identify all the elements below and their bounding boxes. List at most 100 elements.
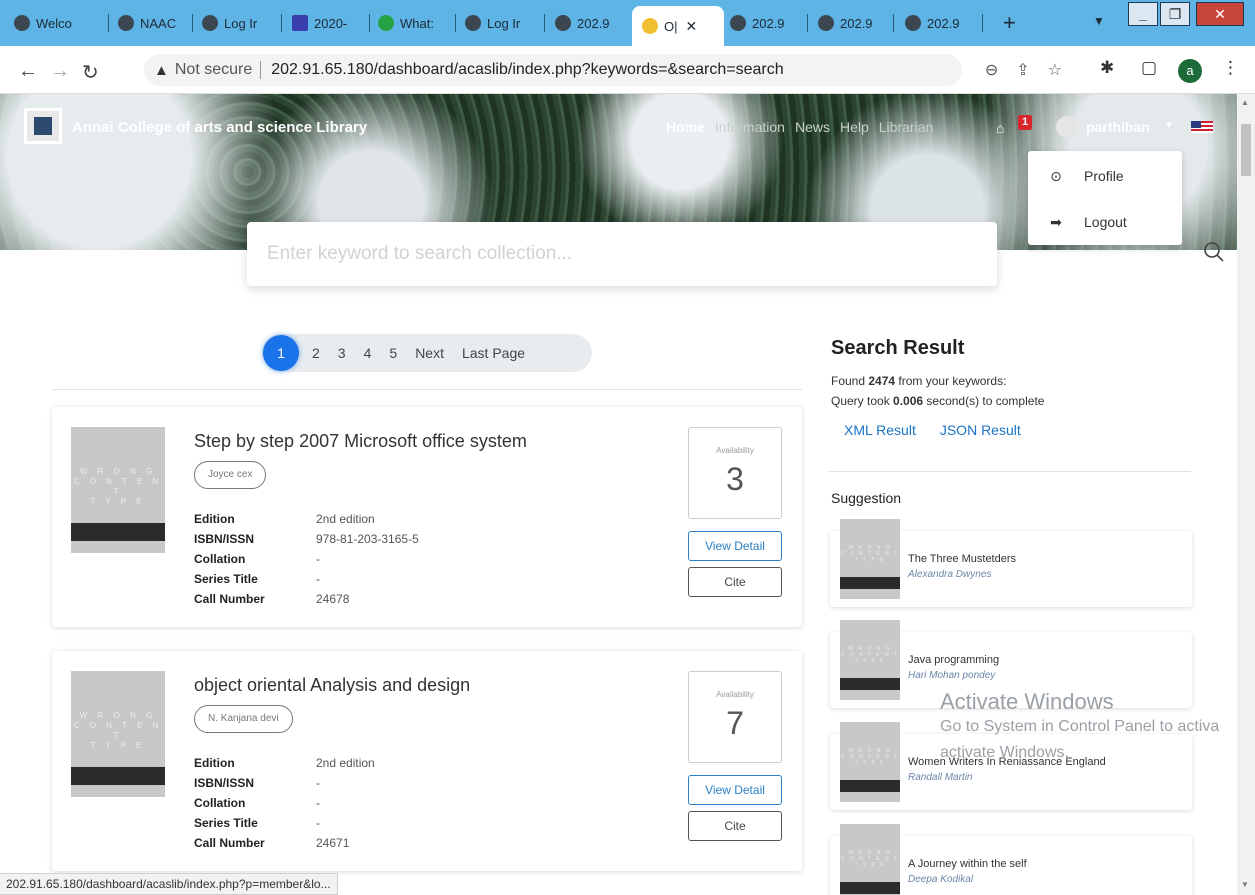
- page-link[interactable]: 3: [338, 345, 346, 361]
- profile-avatar[interactable]: a: [1178, 59, 1202, 83]
- page-link[interactable]: 4: [364, 345, 372, 361]
- result-meta: Edition 2nd edition ISBN/ISSN - Collation -…: [194, 756, 375, 850]
- cite-button[interactable]: Cite: [688, 811, 782, 841]
- browser-tab[interactable]: 202.9: [905, 8, 983, 38]
- suggestion-card[interactable]: W R O N GC O N T E N TT Y P E A Journey …: [830, 824, 1192, 895]
- browser-menu-icon[interactable]: ⋮: [1222, 58, 1239, 78]
- author-pill[interactable]: Joyce cex: [194, 461, 267, 489]
- page-next[interactable]: Next: [415, 345, 444, 361]
- basket-icon[interactable]: ⌂: [996, 120, 1004, 136]
- suggestion-author: Hari Mohan pondey: [908, 670, 996, 681]
- smiley-icon: [642, 18, 658, 34]
- pagination: 1 2 3 4 5 Next Last Page: [262, 334, 592, 372]
- page-link[interactable]: 2: [312, 345, 320, 361]
- suggestion-title: A Journey within the self: [908, 858, 1027, 870]
- whatsapp-icon: [378, 15, 394, 31]
- browser-tab-active[interactable]: O| ✕: [632, 6, 724, 46]
- back-arrow-icon[interactable]: ←: [18, 60, 38, 83]
- page-link[interactable]: 5: [389, 345, 397, 361]
- extensions-puzzle-icon[interactable]: ✱: [1100, 58, 1114, 78]
- nav-librarian[interactable]: Librarian: [879, 119, 933, 135]
- result-meta: Edition 2nd edition ISBN/ISSN 978-81-203-3…: [194, 512, 419, 606]
- result-title[interactable]: Step by step 2007 Microsoft office syste…: [194, 431, 527, 452]
- xml-result-link[interactable]: XML Result: [844, 422, 916, 438]
- reload-icon[interactable]: ↻: [82, 60, 99, 85]
- nav-information[interactable]: Information: [715, 119, 785, 135]
- dropdown-logout[interactable]: ➡ Logout: [1028, 200, 1182, 244]
- url-text: 202.91.65.180/dashboard/acaslib/index.ph…: [271, 61, 784, 78]
- globe-icon: [14, 15, 30, 31]
- page-last[interactable]: Last Page: [462, 345, 525, 361]
- warning-icon: ▲: [154, 61, 169, 79]
- page-viewport: Annai College of arts and science Librar…: [0, 94, 1237, 895]
- side-panel-icon[interactable]: ▢: [1141, 58, 1157, 78]
- book-cover[interactable]: W R O N GC O N T E N TT Y P E: [71, 671, 165, 797]
- browser-tab[interactable]: 202.9: [818, 8, 894, 38]
- globe-icon: [818, 15, 834, 31]
- book-cover: W R O N GC O N T E N TT Y P E: [840, 824, 900, 895]
- page-current[interactable]: 1: [263, 335, 299, 371]
- caret-down-icon[interactable]: ▼: [1164, 120, 1174, 131]
- globe-icon: [118, 15, 134, 31]
- book-cover: W R O N GC O N T E N TT Y P E: [840, 519, 900, 599]
- suggestion-author: Deepa Kodikal: [908, 874, 974, 885]
- result-title[interactable]: object oriental Analysis and design: [194, 675, 470, 696]
- user-dropdown: ⊙ Profile ➡ Logout: [1028, 151, 1182, 245]
- browser-tab[interactable]: Log Ir: [465, 8, 545, 38]
- user-avatar[interactable]: [1056, 116, 1078, 138]
- language-flag-icon[interactable]: [1191, 121, 1213, 133]
- search-icon[interactable]: [1202, 240, 1226, 264]
- search-input[interactable]: [267, 240, 927, 268]
- page-scrollbar[interactable]: ▲ ▼: [1237, 94, 1255, 895]
- result-format-links: XML Result JSON Result: [844, 422, 1021, 438]
- new-tab-button[interactable]: +: [1003, 10, 1016, 36]
- close-tab-icon[interactable]: ✕: [686, 18, 698, 35]
- globe-icon: [555, 15, 571, 31]
- minimize-button[interactable]: _: [1128, 2, 1158, 26]
- browser-tab[interactable]: Welco: [14, 8, 109, 38]
- forward-arrow-icon[interactable]: →: [50, 60, 70, 83]
- suggestion-card[interactable]: W R O N GC O N T E N TT Y P E The Three …: [830, 519, 1192, 607]
- nav-help[interactable]: Help: [840, 119, 869, 135]
- suggestion-heading: Suggestion: [831, 490, 902, 506]
- bookmark-star-icon[interactable]: ☆: [1048, 60, 1062, 80]
- book-cover[interactable]: W R O N GC O N T E N TT Y P E: [71, 427, 165, 553]
- library-logo[interactable]: [24, 108, 62, 144]
- view-detail-button[interactable]: View Detail: [688, 531, 782, 561]
- cite-button[interactable]: Cite: [688, 567, 782, 597]
- maximize-button[interactable]: ❐: [1160, 2, 1190, 26]
- search-box: [247, 222, 1224, 286]
- browser-tab[interactable]: 2020-: [292, 8, 370, 38]
- share-icon[interactable]: ⇪: [1016, 60, 1029, 80]
- user-name[interactable]: parthiban: [1086, 119, 1150, 135]
- logout-icon: ➡: [1050, 213, 1062, 230]
- dropdown-profile[interactable]: ⊙ Profile: [1028, 154, 1182, 198]
- notification-badge[interactable]: 1: [1018, 115, 1032, 130]
- site-brand[interactable]: Annai College of arts and science Librar…: [72, 119, 367, 136]
- scroll-up-icon[interactable]: ▲: [1241, 98, 1249, 107]
- availability-count: 7: [726, 705, 744, 741]
- scroll-down-icon[interactable]: ▼: [1241, 880, 1249, 889]
- zoom-icon[interactable]: ⊖: [985, 60, 998, 80]
- url-bar[interactable]: ▲ Not secure 202.91.65.180/dashboard/aca…: [144, 54, 1062, 86]
- browser-tab[interactable]: What:: [378, 8, 456, 38]
- scrollbar-thumb[interactable]: [1241, 124, 1251, 176]
- availability-box: Availability 3: [688, 427, 782, 519]
- author-pill[interactable]: N. Kanjana devi: [194, 705, 293, 733]
- browser-tab-bar: Welco NAAC Log Ir 2020- What: Log Ir 202…: [0, 0, 1255, 46]
- browser-tab[interactable]: Log Ir: [202, 8, 282, 38]
- close-window-button[interactable]: ✕: [1196, 2, 1244, 26]
- browser-tab[interactable]: 202.9: [730, 8, 808, 38]
- divider: [829, 471, 1191, 472]
- result-card: W R O N GC O N T E N TT Y P E object ori…: [52, 651, 802, 871]
- nav-home[interactable]: Home: [666, 119, 705, 135]
- json-result-link[interactable]: JSON Result: [940, 422, 1021, 438]
- nav-news[interactable]: News: [795, 119, 830, 135]
- windows-activation-watermark: Activate Windows Go to System in Control…: [940, 689, 1220, 762]
- tab-search-chevron-icon[interactable]: ▼: [1093, 14, 1105, 28]
- divider: [52, 389, 802, 390]
- view-detail-button[interactable]: View Detail: [688, 775, 782, 805]
- suggestion-title: Java programming: [908, 654, 1000, 666]
- browser-tab[interactable]: NAAC: [118, 8, 193, 38]
- browser-tab[interactable]: 202.9: [555, 8, 627, 38]
